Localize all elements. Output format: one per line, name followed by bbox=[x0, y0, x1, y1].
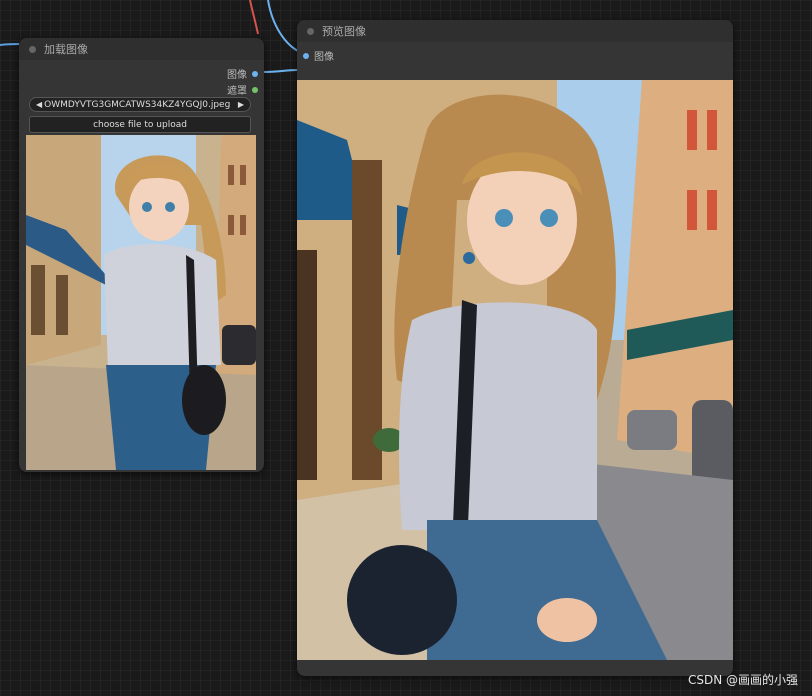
upstream-wire bbox=[267, 0, 301, 53]
red-wire bbox=[249, 0, 259, 35]
anime-girl-street-image bbox=[26, 135, 256, 470]
load-image-node[interactable]: 加载图像 图像 遮罩 ◀ OWMDYVTG3GMCATWS34KZ4YGQJ0.… bbox=[19, 38, 264, 472]
node-header[interactable]: 加载图像 bbox=[19, 38, 264, 60]
preview-image-node[interactable]: 预览图像 图像 bbox=[297, 20, 733, 676]
input-image-label: 图像 bbox=[314, 52, 334, 63]
output-image-row[interactable]: 图像 bbox=[227, 66, 258, 81]
node-header[interactable]: 预览图像 bbox=[297, 20, 733, 42]
output-mask-row[interactable]: 遮罩 bbox=[227, 82, 258, 97]
input-image-socket[interactable] bbox=[303, 52, 309, 59]
node-title: 预览图像 bbox=[322, 25, 366, 38]
output-image-socket[interactable] bbox=[252, 70, 258, 77]
output-mask-socket[interactable] bbox=[252, 86, 258, 93]
node-collapse-dot[interactable] bbox=[29, 45, 36, 53]
input-image-row[interactable]: 图像 bbox=[303, 48, 334, 63]
node-title: 加载图像 bbox=[44, 43, 88, 56]
next-file-arrow-icon[interactable]: ▶ bbox=[238, 100, 244, 109]
output-image-label: 图像 bbox=[227, 70, 247, 81]
prev-file-arrow-icon[interactable]: ◀ bbox=[36, 100, 42, 109]
watermark: CSDN @画画的小强 bbox=[687, 673, 798, 687]
image-file-combo[interactable]: ◀ OWMDYVTG3GMCATWS34KZ4YGQJ0.jpeg ▶ bbox=[29, 97, 251, 112]
anime-girl-street-image bbox=[297, 80, 733, 660]
output-mask-label: 遮罩 bbox=[227, 86, 247, 97]
upload-button[interactable]: choose file to upload bbox=[29, 116, 251, 133]
output-to-preview-wire bbox=[261, 69, 298, 73]
input-wire bbox=[0, 43, 20, 46]
node-collapse-dot[interactable] bbox=[307, 27, 314, 35]
image-filename: OWMDYVTG3GMCATWS34KZ4YGQJ0.jpeg bbox=[44, 99, 231, 110]
